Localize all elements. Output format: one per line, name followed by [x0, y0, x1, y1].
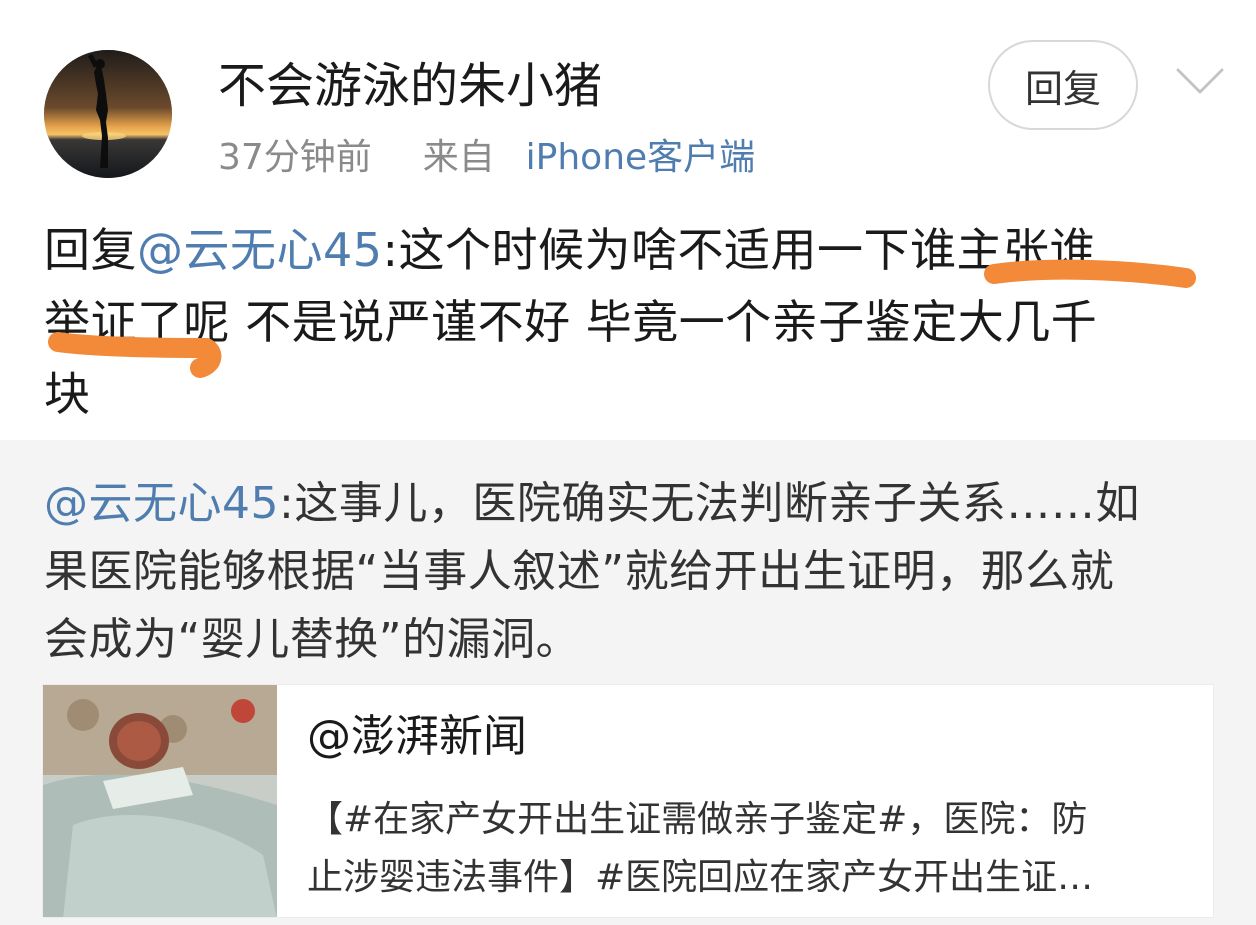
avatar[interactable] [44, 50, 172, 178]
quote-line-2: 果医院能够根据“当事人叙述”就给开出生证明，那么就 [44, 538, 1214, 606]
quote-mention-link[interactable]: @云无心45 [44, 478, 279, 529]
chevron-down-icon[interactable] [1174, 56, 1226, 108]
source-client[interactable]: iPhone客户端 [526, 137, 756, 178]
card-description: 【#在家产女开出生证需做亲子鉴定#，医院：防 止涉婴违法事件】#医院回应在家产女… [307, 791, 1197, 907]
reply-button[interactable]: 回复 [988, 40, 1138, 130]
comment-body: 回复@云无心45:这个时候为啥不适用一下谁主张谁 举证了呢 不是说严谨不好 毕竟… [44, 214, 1214, 430]
quote-text-2: 果医院能够根据“当事人叙述”就给开出生证明，那么就 [44, 546, 1115, 597]
card-desc-line-2: 止涉婴违法事件】#医院回应在家产女开出生证… [307, 857, 1094, 898]
reply-prefix: 回复 [44, 223, 137, 277]
post-header: 不会游泳的朱小猪 37分钟前 来自 iPhone客户端 回复 [0, 0, 1256, 200]
quoted-post[interactable]: @云无心45:这事儿，医院确实无法判断亲子关系……如 果医院能够根据“当事人叙述… [0, 440, 1256, 925]
baby-photo-image [43, 685, 277, 917]
comment-text-3: 块 [44, 367, 91, 421]
comment-line-1: 回复@云无心45:这个时候为啥不适用一下谁主张谁 [44, 214, 1214, 286]
avatar-image [44, 50, 172, 178]
comment-line-3: 块 [44, 358, 1214, 430]
comment-text-1: :这个时候为啥不适用一下谁主张谁 [382, 223, 1097, 277]
post-time: 37分钟前 [218, 137, 372, 178]
source-prefix: 来自 [422, 137, 495, 178]
username[interactable]: 不会游泳的朱小猪 [218, 56, 602, 116]
comment-text-2: 举证了呢 不是说严谨不好 毕竟一个亲子鉴定大几千 [44, 295, 1098, 349]
quote-text-3: 会成为“婴儿替换”的漏洞。 [44, 614, 581, 665]
news-link-card[interactable]: @澎湃新闻 【#在家产女开出生证需做亲子鉴定#，医院：防 止涉婴违法事件】#医院… [42, 684, 1214, 918]
quote-line-3: 会成为“婴儿替换”的漏洞。 [44, 606, 1214, 674]
card-desc-line-1: 【#在家产女开出生证需做亲子鉴定#，医院：防 [307, 799, 1088, 840]
quote-line-1: @云无心45:这事儿，医院确实无法判断亲子关系……如 [44, 470, 1214, 538]
mention-link[interactable]: @云无心45 [137, 223, 383, 277]
post-meta: 37分钟前 来自 iPhone客户端 [218, 134, 755, 182]
quote-text-1: :这事儿，医院确实无法判断亲子关系……如 [279, 478, 1140, 529]
quoted-text: @云无心45:这事儿，医院确实无法判断亲子关系……如 果医院能够根据“当事人叙述… [44, 470, 1214, 674]
card-title: @澎湃新闻 [307, 711, 527, 762]
news-thumbnail [43, 685, 277, 917]
comment-line-2: 举证了呢 不是说严谨不好 毕竟一个亲子鉴定大几千 [44, 286, 1214, 358]
